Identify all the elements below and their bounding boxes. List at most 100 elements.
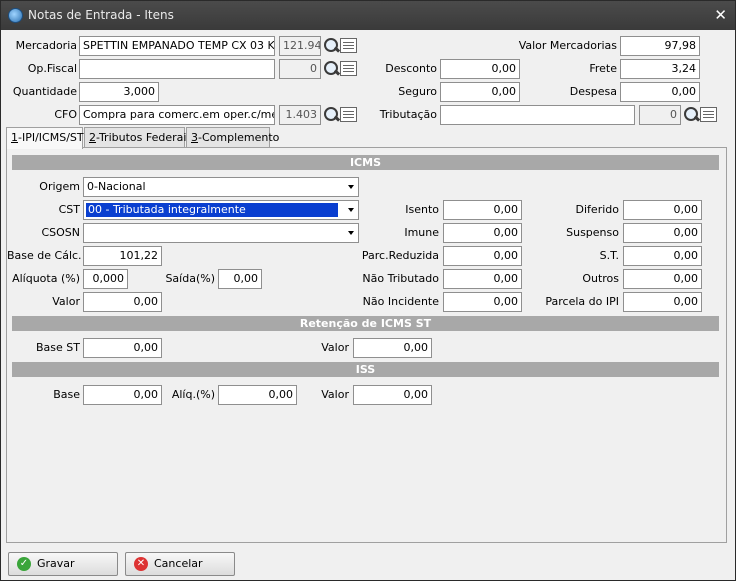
app-icon [8, 8, 23, 23]
origem-value: 0-Nacional [87, 180, 146, 193]
tab-complemento-label: -Complemento [198, 131, 280, 144]
icms-section-header: ICMS [12, 155, 719, 170]
cfo-label: CFO [54, 108, 77, 121]
mercadoria-lookup[interactable] [322, 36, 358, 56]
opfiscal-code[interactable]: 0 [279, 59, 321, 79]
cst-label: CST [58, 203, 80, 216]
iss-valor-label: Valor [321, 388, 349, 401]
gravar-button[interactable]: ✓ Gravar [8, 552, 118, 576]
card-icon[interactable] [340, 107, 357, 122]
csosn-label: CSOSN [41, 226, 80, 239]
frete-field[interactable]: 3,24 [620, 59, 700, 79]
cst-select[interactable]: 00 - Tributada integralmente [83, 200, 359, 220]
desconto-label: Desconto [385, 62, 437, 75]
valor-mercadorias-label: Valor Mercadorias [518, 39, 617, 52]
tab-tributos-federais-label: -Tributos Federais [96, 131, 193, 144]
gravar-label: Gravar [37, 557, 75, 570]
dialog-window: Notas de Entrada - Itens ✕ Mercadoria SP… [0, 0, 736, 581]
tab-complemento-key: 3 [191, 131, 198, 144]
cancelar-label: Cancelar [154, 557, 203, 570]
origem-select[interactable]: 0-Nacional [83, 177, 359, 197]
diferido-field[interactable]: 0,00 [623, 200, 702, 220]
search-icon[interactable] [682, 106, 700, 124]
imune-label: Imune [404, 226, 439, 239]
valor-field[interactable]: 0,00 [83, 292, 162, 312]
st-label: S.T. [599, 249, 619, 262]
tab-ipi-icms-st[interactable]: 1-IPI/ICMS/ST [6, 127, 84, 149]
nao-incidente-field[interactable]: 0,00 [443, 292, 522, 312]
retencao-valor-field[interactable]: 0,00 [353, 338, 432, 358]
dialog-body: Mercadoria SPETTIN EMPANADO TEMP CX 03 K… [1, 30, 735, 580]
base-st-field[interactable]: 0,00 [83, 338, 162, 358]
st-field[interactable]: 0,00 [623, 246, 702, 266]
opfiscal-field[interactable] [79, 59, 275, 79]
diferido-label: Diferido [575, 203, 619, 216]
retencao-section-header: Retenção de ICMS ST [12, 316, 719, 331]
tab-ipi-icms-st-key: 1 [11, 131, 18, 144]
despesa-label: Despesa [569, 85, 617, 98]
tab-panel: ICMS Origem 0-Nacional CST 00 - Tributad… [6, 147, 727, 543]
quantidade-label: Quantidade [12, 85, 77, 98]
valor-label: Valor [52, 295, 80, 308]
close-icon[interactable]: ✕ [714, 6, 727, 24]
aliquota-label: Alíquota (%) [12, 272, 80, 285]
window-title: Notas de Entrada - Itens [28, 8, 174, 22]
mercadoria-field[interactable]: SPETTIN EMPANADO TEMP CX 03 KG [79, 36, 275, 56]
base-calc-label: Base de Cálc. [7, 249, 82, 262]
parc-reduzida-label: Parc.Reduzida [361, 249, 439, 262]
chevron-down-icon[interactable] [348, 185, 354, 189]
nao-tributado-field[interactable]: 0,00 [443, 269, 522, 289]
card-icon[interactable] [700, 107, 717, 122]
quantidade-field[interactable]: 3,000 [79, 82, 159, 102]
cancelar-button[interactable]: ✕ Cancelar [125, 552, 235, 576]
tab-tributos-federais[interactable]: 2-Tributos Federais [84, 127, 192, 148]
imune-field[interactable]: 0,00 [443, 223, 522, 243]
parcela-ipi-label: Parcela do IPI [545, 295, 619, 308]
saida-field[interactable]: 0,00 [218, 269, 262, 289]
tab-complemento[interactable]: 3-Complemento [186, 127, 279, 148]
parcela-ipi-field[interactable]: 0,00 [623, 292, 702, 312]
check-icon: ✓ [17, 557, 31, 571]
tributacao-code[interactable]: 0 [639, 105, 681, 125]
iss-aliq-label: Alíq.(%) [171, 388, 215, 401]
mercadoria-label: Mercadoria [15, 39, 77, 52]
valor-mercadorias-field[interactable]: 97,98 [620, 36, 700, 56]
saida-label: Saída(%) [165, 272, 215, 285]
despesa-field[interactable]: 0,00 [620, 82, 700, 102]
base-calc-field[interactable]: 101,22 [83, 246, 162, 266]
mercadoria-code[interactable]: 121.948 [279, 36, 321, 56]
cst-value: 00 - Tributada integralmente [85, 202, 339, 218]
search-icon[interactable] [322, 106, 340, 124]
seguro-label: Seguro [398, 85, 437, 98]
cfo-lookup[interactable] [322, 105, 358, 125]
origem-label: Origem [39, 180, 80, 193]
opfiscal-lookup[interactable] [322, 59, 358, 79]
cfo-code[interactable]: 1.403 [279, 105, 321, 125]
nao-tributado-label: Não Tributado [362, 272, 439, 285]
isento-field[interactable]: 0,00 [443, 200, 522, 220]
suspenso-field[interactable]: 0,00 [623, 223, 702, 243]
aliquota-field[interactable]: 0,000 [83, 269, 128, 289]
iss-valor-field[interactable]: 0,00 [353, 385, 432, 405]
tributacao-field[interactable] [440, 105, 635, 125]
suspenso-label: Suspenso [566, 226, 619, 239]
base-st-label: Base ST [36, 341, 80, 354]
frete-label: Frete [589, 62, 617, 75]
title-bar: Notas de Entrada - Itens ✕ [1, 1, 735, 30]
iss-base-label: Base [53, 388, 80, 401]
csosn-select[interactable] [83, 223, 359, 243]
cfo-field[interactable]: Compra para comerc.em oper.c/merc.c/s [79, 105, 275, 125]
isento-label: Isento [405, 203, 439, 216]
tab-ipi-icms-st-label: -IPI/ICMS/ST [18, 131, 84, 144]
tributacao-lookup[interactable] [682, 105, 718, 125]
outros-label: Outros [582, 272, 619, 285]
card-icon[interactable] [340, 38, 357, 53]
search-icon[interactable] [322, 60, 340, 78]
search-icon[interactable] [322, 37, 340, 55]
retencao-valor-label: Valor [321, 341, 349, 354]
card-icon[interactable] [340, 61, 357, 76]
iss-section-header: ISS [12, 362, 719, 377]
opfiscal-label: Op.Fiscal [27, 62, 77, 75]
outros-field[interactable]: 0,00 [623, 269, 702, 289]
parc-reduzida-field[interactable]: 0,00 [443, 246, 522, 266]
